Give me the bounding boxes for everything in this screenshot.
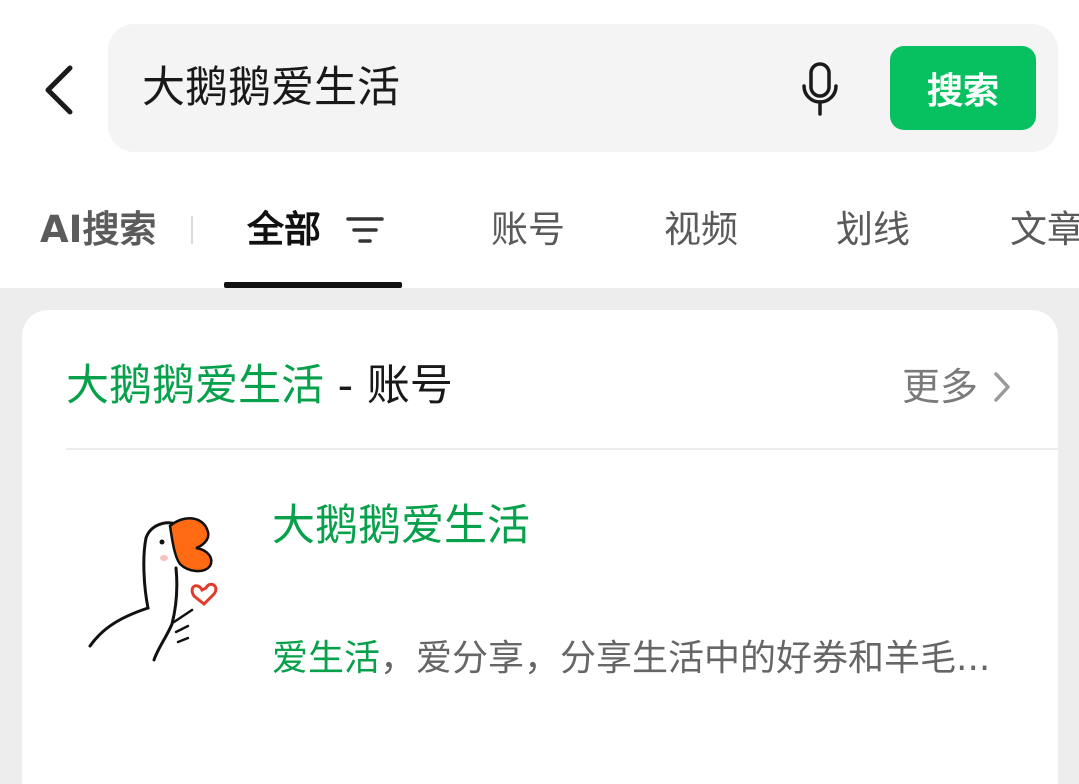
account-description-highlight: 爱生活 [272,638,381,679]
account-description-rest: ，爱分享，分享生活中的好券和羊毛... [380,638,991,679]
tab-video[interactable]: 视频 [664,206,738,254]
tab-account[interactable]: 账号 [491,206,565,254]
search-results-page: 大鹅鹅爱生活 搜索 AI搜索 全部 账号 视频 划线 文章 大鹅鹅爱生活 - 账… [0,0,1079,784]
tab-all[interactable]: 全部 [247,206,321,254]
tab-divider [191,216,193,244]
section-title: 大鹅鹅爱生活 - 账号 [66,358,453,414]
search-bar[interactable]: 大鹅鹅爱生活 搜索 [108,24,1058,152]
account-description: 爱生活，爱分享，分享生活中的好券和羊毛... [272,634,990,684]
header: 大鹅鹅爱生活 搜索 AI搜索 全部 账号 视频 划线 文章 [0,0,1079,288]
chevron-left-icon [45,65,73,115]
search-input[interactable]: 大鹅鹅爱生活 [142,58,400,118]
section-title-suffix: - 账号 [324,361,453,411]
microphone-icon[interactable] [800,62,840,118]
filter-icon[interactable] [346,216,384,244]
section-title-query: 大鹅鹅爱生活 [66,361,324,411]
goose-avatar [84,498,234,668]
account-item[interactable]: 大鹅鹅爱生活 爱生活，爱分享，分享生活中的好券和羊毛... [22,450,1058,780]
account-result-card: 大鹅鹅爱生活 - 账号 更多 大鹅鹅爱生活 爱生活，爱分享，分享生活中的好券和羊… [22,310,1058,784]
search-button[interactable]: 搜索 [890,46,1036,130]
tab-highlight[interactable]: 划线 [836,206,910,254]
tab-ai-search[interactable]: AI搜索 [40,206,156,254]
more-label: 更多 [901,365,978,409]
tab-bar: AI搜索 全部 账号 视频 划线 文章 [0,190,1079,288]
more-button[interactable]: 更多 [902,362,1012,412]
chevron-right-icon [994,372,1010,402]
tab-article[interactable]: 文章 [1010,206,1079,254]
active-tab-indicator [224,282,402,288]
back-button[interactable] [36,60,84,120]
account-name: 大鹅鹅爱生活 [272,501,530,551]
